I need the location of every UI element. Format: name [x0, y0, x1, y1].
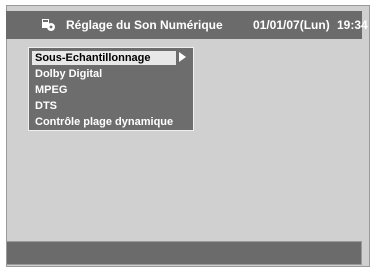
menu-item-dts[interactable]: DTS	[32, 99, 176, 113]
status-bar	[6, 241, 362, 265]
title-bar: Réglage du Son Numérique 01/01/07(Lun) 1…	[6, 11, 368, 39]
disc-settings-icon	[42, 19, 55, 31]
time-display: 19:34	[337, 18, 368, 32]
menu-item-sous-echantillonnage[interactable]: Sous-Echantillonnage	[32, 51, 176, 65]
menu-item-controle-plage-dynamique[interactable]: Contrôle plage dynamique	[32, 115, 176, 129]
menu-item-label: DTS	[35, 100, 57, 112]
page-title: Réglage du Son Numérique	[66, 18, 223, 32]
osd-panel	[6, 5, 370, 267]
menu-item-label: Contrôle plage dynamique	[35, 116, 174, 128]
submenu-arrow-icon	[179, 52, 186, 62]
audio-settings-menu: Sous-Echantillonnage Dolby Digital MPEG …	[28, 47, 194, 131]
menu-item-label: MPEG	[35, 84, 68, 96]
menu-item-label: Sous-Echantillonnage	[35, 52, 151, 64]
menu-item-mpeg[interactable]: MPEG	[32, 83, 176, 97]
menu-item-label: Dolby Digital	[35, 68, 103, 80]
screen: Réglage du Son Numérique 01/01/07(Lun) 1…	[0, 0, 379, 273]
date-display: 01/01/07(Lun)	[253, 18, 330, 32]
menu-item-dolby-digital[interactable]: Dolby Digital	[32, 67, 176, 81]
